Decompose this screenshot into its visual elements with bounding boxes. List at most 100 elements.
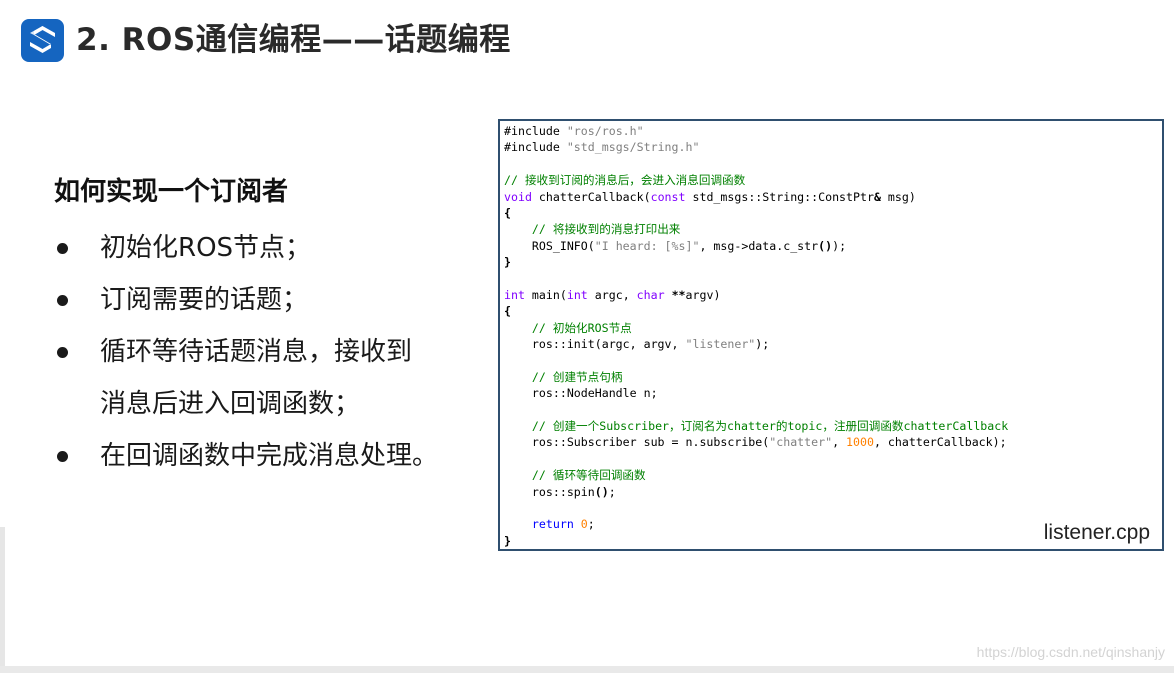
code-token: ; xyxy=(587,517,595,532)
code-token: int xyxy=(566,287,588,302)
code-token: msg) xyxy=(880,189,916,204)
code-token: ros::NodeHandle n; xyxy=(504,386,658,401)
code-token: main( xyxy=(524,287,567,302)
code-line: void chatterCallback(const std_msgs::Str… xyxy=(504,189,1008,205)
code-line: return 0; xyxy=(504,516,1008,532)
code-token: () xyxy=(818,238,833,253)
code-token: // 循环等待回调函数 xyxy=(531,468,646,483)
code-token: #include xyxy=(504,124,567,138)
code-line: { xyxy=(504,205,1008,221)
code-token: ROS_INFO( xyxy=(504,238,595,253)
code-token: void xyxy=(504,189,532,204)
bullet-dot-icon xyxy=(57,243,68,254)
code-token: "chatter" xyxy=(769,435,833,450)
page-title: 2. ROS通信编程——话题编程 xyxy=(76,22,511,58)
code-listing: #include "ros/ros.h" #include "std_msgs/S… xyxy=(504,123,1008,549)
code-token: 0 xyxy=(580,517,588,532)
code-token: & xyxy=(873,189,881,204)
code-filename: listener.cpp xyxy=(1043,521,1150,544)
code-line: #include "ros/ros.h" xyxy=(504,123,1008,139)
code-line: int main(int argc, char **argv) xyxy=(504,287,1008,303)
code-token: char xyxy=(636,287,665,302)
code-line: // 将接收到的消息打印出来 xyxy=(504,221,1008,237)
code-line: #include "std_msgs/String.h" xyxy=(504,139,1008,155)
code-token: , msg->data.c_str xyxy=(699,238,819,253)
code-token: "ros/ros.h" xyxy=(566,124,644,138)
code-token: ; xyxy=(608,484,616,499)
s-logo-icon xyxy=(21,19,64,62)
code-line: // 循环等待回调函数 xyxy=(504,467,1008,483)
code-line: ROS_INFO("I heard: [%s]", msg->data.c_st… xyxy=(504,238,1008,254)
code-line: } xyxy=(504,533,1008,549)
list-item: 循环等待话题消息，接收到 消息后进入回调函数； xyxy=(54,326,438,430)
code-token: return xyxy=(531,517,574,532)
code-token: argc, xyxy=(587,287,637,302)
code-token: argv) xyxy=(685,287,721,302)
code-panel: #include "ros/ros.h" #include "std_msgs/S… xyxy=(498,119,1164,551)
code-line: // 创建节点句柄 xyxy=(504,369,1008,385)
code-token: // 创建节点句柄 xyxy=(531,369,623,384)
code-token: "I heard: [%s]" xyxy=(594,238,700,253)
watermark: https://blog.csdn.net/qinshanjy xyxy=(976,644,1165,660)
list-item-text-continued: 消息后进入回调函数； xyxy=(100,389,361,419)
code-token: () xyxy=(594,484,609,499)
list-item: 初始化ROS节点； xyxy=(54,222,438,274)
code-line: ros::NodeHandle n; xyxy=(504,385,1008,401)
code-token: "std_msgs/String.h" xyxy=(566,140,700,155)
list-item-text: 订阅需要的话题； xyxy=(100,285,309,315)
code-token: // 接收到订阅的消息后，会进入消息回调函数 xyxy=(504,173,746,188)
step-list: 初始化ROS节点； 订阅需要的话题； 循环等待话题消息，接收到 消息后进入回调函… xyxy=(54,222,438,482)
code-line: ros::spin(); xyxy=(504,484,1008,500)
code-token: ** xyxy=(671,287,686,302)
list-item-text: 循环等待话题消息，接收到 xyxy=(100,337,413,367)
code-line: // 创建一个Subscriber，订阅名为chatter的topic，注册回调… xyxy=(504,418,1008,434)
list-item-text: 初始化ROS节点； xyxy=(100,233,312,263)
code-token: int xyxy=(504,287,525,302)
bottom-divider xyxy=(0,666,1174,673)
code-line: ros::Subscriber sub = n.subscribe("chatt… xyxy=(504,434,1008,450)
code-token: ros::spin xyxy=(504,484,595,499)
code-token: , chatterCallback); xyxy=(873,435,1007,450)
code-line: // 初始化ROS节点 xyxy=(504,320,1008,336)
code-token: { xyxy=(504,304,511,319)
code-token: } xyxy=(504,255,511,270)
code-token: 1000 xyxy=(846,435,874,450)
code-token: // 初始化ROS节点 xyxy=(531,320,632,335)
code-line: { xyxy=(504,303,1008,319)
left-divider xyxy=(0,527,5,667)
code-line: } xyxy=(504,254,1008,270)
list-item: 在回调函数中完成消息处理。 xyxy=(54,430,438,482)
section-heading: 如何实现一个订阅者 xyxy=(54,177,289,207)
code-token: // 将接收到的消息打印出来 xyxy=(531,222,681,237)
code-token: ros::init(argc, argv, xyxy=(504,337,686,352)
code-token: #include xyxy=(504,140,567,155)
code-token: ros::Subscriber sub = n.subscribe( xyxy=(504,435,770,450)
code-token: // 创建一个Subscriber，订阅名为chatter的topic，注册回调… xyxy=(531,419,1009,434)
bullet-dot-icon xyxy=(57,451,68,462)
code-token: std_msgs::String::ConstPtr xyxy=(685,189,874,204)
code-token: "listener" xyxy=(685,337,756,352)
code-token: } xyxy=(504,533,511,548)
code-line: ros::init(argc, argv, "listener"); xyxy=(504,336,1008,352)
bullet-dot-icon xyxy=(57,347,68,358)
list-item-text: 在回调函数中完成消息处理。 xyxy=(100,441,439,471)
code-token: ); xyxy=(755,337,770,352)
code-token: ); xyxy=(832,238,847,253)
code-token: { xyxy=(504,205,511,220)
code-token: const xyxy=(650,189,686,204)
code-token: , xyxy=(832,435,847,450)
